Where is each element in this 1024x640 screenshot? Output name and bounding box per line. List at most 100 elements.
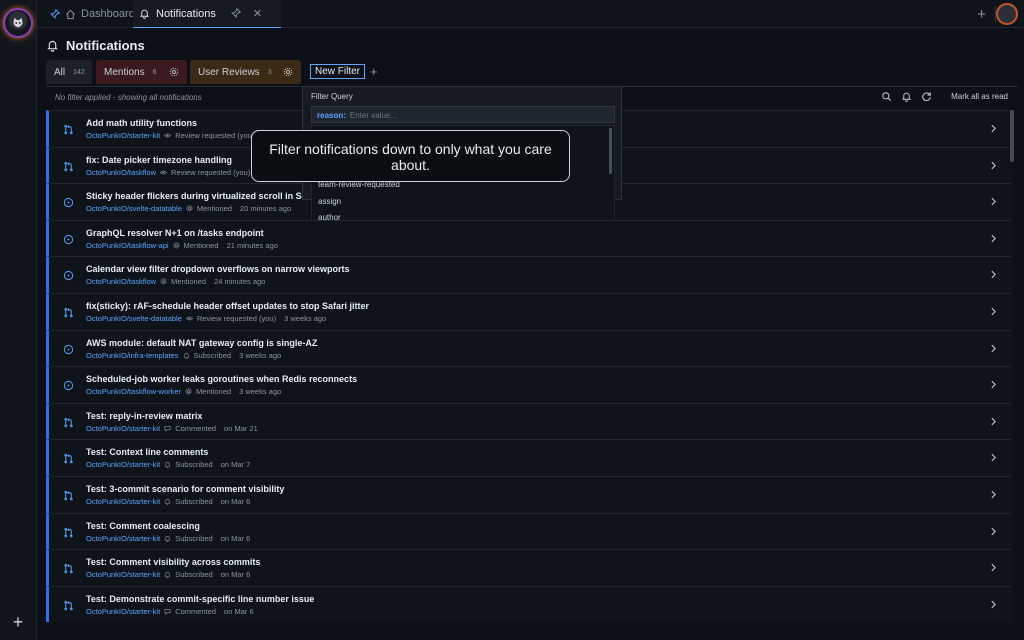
gear-icon[interactable] bbox=[169, 67, 179, 77]
chevron-right-icon[interactable] bbox=[989, 563, 998, 572]
filter-query-input[interactable]: reason: Enter value... bbox=[311, 106, 615, 123]
new-filter-input[interactable]: New Filter bbox=[310, 64, 366, 79]
notification-row[interactable]: Test: Comment visibility across commits O… bbox=[46, 549, 1012, 586]
page-title-text: Notifications bbox=[66, 38, 145, 53]
repo-link[interactable]: OctoPunkIO/starter-kit bbox=[86, 570, 160, 579]
repo-link[interactable]: OctoPunkIO/starter-kit bbox=[86, 131, 160, 140]
chevron-right-icon[interactable] bbox=[989, 380, 998, 389]
bell-icon bbox=[139, 9, 150, 19]
repo-link[interactable]: OctoPunkIO/svelte-datatable bbox=[86, 204, 182, 213]
user-avatar[interactable] bbox=[996, 3, 1018, 25]
notification-time: 3 weeks ago bbox=[239, 387, 282, 397]
chevron-right-icon[interactable] bbox=[989, 490, 998, 499]
chevron-right-icon[interactable] bbox=[989, 417, 998, 426]
filter-tab-mentions[interactable]: Mentions 6 bbox=[96, 60, 187, 84]
filter-tab-count: 142 bbox=[73, 68, 85, 76]
eye-icon bbox=[160, 170, 168, 174]
pull-request-icon bbox=[64, 124, 73, 135]
notification-row[interactable]: Test: Context line comments OctoPunkIO/st… bbox=[46, 439, 1012, 476]
chevron-right-icon[interactable] bbox=[989, 453, 998, 462]
notification-row[interactable]: Calendar view filter dropdown overflows … bbox=[46, 256, 1012, 293]
repo-link[interactable]: OctoPunkIO/infra-templates bbox=[86, 351, 179, 360]
notification-time: on Mar 6 bbox=[220, 533, 251, 543]
chevron-right-icon[interactable] bbox=[989, 234, 998, 243]
repo-link[interactable]: OctoPunkIO/starter-kit bbox=[86, 424, 160, 433]
repo-link[interactable]: OctoPunkIO/svelte-datatable bbox=[86, 314, 182, 323]
notification-row[interactable]: Test: Comment coalescing OctoPunkIO/start… bbox=[46, 512, 1012, 550]
pull-request-icon bbox=[64, 454, 73, 464]
filter-suggestion-item[interactable]: author bbox=[312, 209, 614, 220]
notification-title: GraphQL resolver N+1 on /tasks endpoint bbox=[86, 227, 264, 238]
pull-request-icon bbox=[64, 563, 73, 574]
notification-row[interactable]: Test: Demonstrate commit-specific line n… bbox=[46, 585, 1012, 623]
mention-icon bbox=[173, 242, 180, 249]
notification-title: Test: reply-in-review matrix bbox=[86, 410, 203, 421]
search-icon[interactable] bbox=[881, 91, 892, 102]
filter-query-label: Filter Query bbox=[311, 92, 353, 101]
scrollbar[interactable] bbox=[1010, 110, 1014, 162]
repo-link[interactable]: OctoPunkIO/taskflow-api bbox=[86, 241, 169, 250]
notification-meta: OctoPunkIO/taskflow Mentioned 24 minutes a… bbox=[86, 277, 265, 286]
repo-link[interactable]: OctoPunkIO/starter-kit bbox=[86, 534, 160, 543]
filter-tab-all[interactable]: All 142 bbox=[46, 60, 92, 84]
repo-link[interactable]: OctoPunkIO/starter-kit bbox=[86, 607, 160, 616]
notification-meta: OctoPunkIO/starter-kit Subscribed on Mar 6 bbox=[86, 534, 250, 543]
issue-icon bbox=[63, 234, 74, 244]
repo-link[interactable]: OctoPunkIO/taskflow bbox=[86, 277, 156, 286]
notification-row[interactable]: GraphQL resolver N+1 on /tasks endpoint O… bbox=[46, 219, 1012, 257]
chevron-right-icon[interactable] bbox=[989, 344, 998, 353]
chevron-right-icon[interactable] bbox=[989, 161, 998, 170]
gear-icon[interactable] bbox=[283, 67, 293, 77]
tab-dashboard-label: Dashboard bbox=[81, 8, 135, 20]
notification-row[interactable]: Test: 3-commit scenario for comment visi… bbox=[46, 475, 1012, 513]
notification-reason: Review requested (you) bbox=[171, 167, 251, 177]
repo-link[interactable]: OctoPunkIO/starter-kit bbox=[86, 497, 160, 506]
notification-meta: OctoPunkIO/taskflow-worker Mentioned 3 wee… bbox=[86, 387, 281, 396]
pull-request-icon bbox=[64, 307, 73, 318]
notification-row[interactable]: fix(sticky): rAF-schedule header offset … bbox=[46, 292, 1012, 330]
notification-row[interactable]: Scheduled-job worker leaks goroutines wh… bbox=[46, 366, 1012, 403]
repo-link[interactable]: OctoPunkIO/taskflow-worker bbox=[86, 387, 181, 396]
filter-suggestion-item[interactable]: assign bbox=[312, 193, 614, 210]
new-tab-button[interactable]: + bbox=[977, 6, 986, 23]
bell-icon[interactable] bbox=[901, 91, 912, 102]
notification-time: 21 minutes ago bbox=[226, 240, 278, 250]
eye-icon bbox=[164, 133, 172, 138]
chevron-right-icon[interactable] bbox=[989, 124, 998, 133]
filter-tab-count: 6 bbox=[152, 68, 157, 76]
comment-icon bbox=[164, 608, 171, 615]
add-filter-button[interactable]: + bbox=[370, 64, 378, 79]
repo-link[interactable]: OctoPunkIO/taskflow bbox=[86, 168, 156, 177]
notification-row[interactable]: Test: reply-in-review matrix OctoPunkIO/s… bbox=[46, 402, 1012, 440]
refresh-icon[interactable] bbox=[921, 91, 932, 102]
comment-icon bbox=[164, 425, 171, 432]
chevron-right-icon[interactable] bbox=[989, 197, 998, 206]
notification-reason: Mentioned bbox=[196, 387, 232, 397]
repo-link[interactable]: OctoPunkIO/starter-kit bbox=[86, 460, 160, 469]
chevron-right-icon[interactable] bbox=[989, 270, 998, 279]
tooltip: Filter notifications down to only what y… bbox=[251, 130, 570, 182]
tab-dashboard[interactable]: Dashboard bbox=[49, 0, 135, 28]
issue-icon bbox=[63, 381, 74, 391]
close-icon[interactable]: ✕ bbox=[253, 7, 262, 20]
mark-all-read-button[interactable]: Mark all as read bbox=[951, 92, 1008, 101]
notification-title: fix: Date picker timezone handling bbox=[86, 154, 233, 165]
filter-tab-user-reviews[interactable]: User Reviews 3 bbox=[190, 60, 301, 84]
chevron-right-icon[interactable] bbox=[989, 600, 998, 609]
filter-value-placeholder: Enter value... bbox=[349, 111, 398, 120]
notification-row[interactable]: AWS module: default NAT gateway config i… bbox=[46, 329, 1012, 367]
app-avatar[interactable] bbox=[5, 10, 31, 36]
notification-time: on Mar 6 bbox=[220, 496, 251, 506]
notification-time: 3 weeks ago bbox=[239, 350, 282, 360]
chevron-right-icon[interactable] bbox=[989, 307, 998, 316]
tab-notifications[interactable]: Notifications ✕ bbox=[133, 0, 281, 28]
toolbar: Mark all as read bbox=[881, 91, 1008, 102]
notification-reason: Subscribed bbox=[175, 460, 213, 470]
notification-meta: OctoPunkIO/infra-templates Subscribed 3 we… bbox=[86, 351, 281, 360]
suggestion-scrollbar[interactable] bbox=[609, 128, 612, 174]
pin-icon[interactable] bbox=[230, 8, 241, 19]
add-icon[interactable]: + bbox=[10, 613, 26, 631]
issue-icon bbox=[63, 271, 74, 281]
notification-title: Test: Comment coalescing bbox=[86, 520, 200, 531]
chevron-right-icon[interactable] bbox=[989, 527, 998, 536]
